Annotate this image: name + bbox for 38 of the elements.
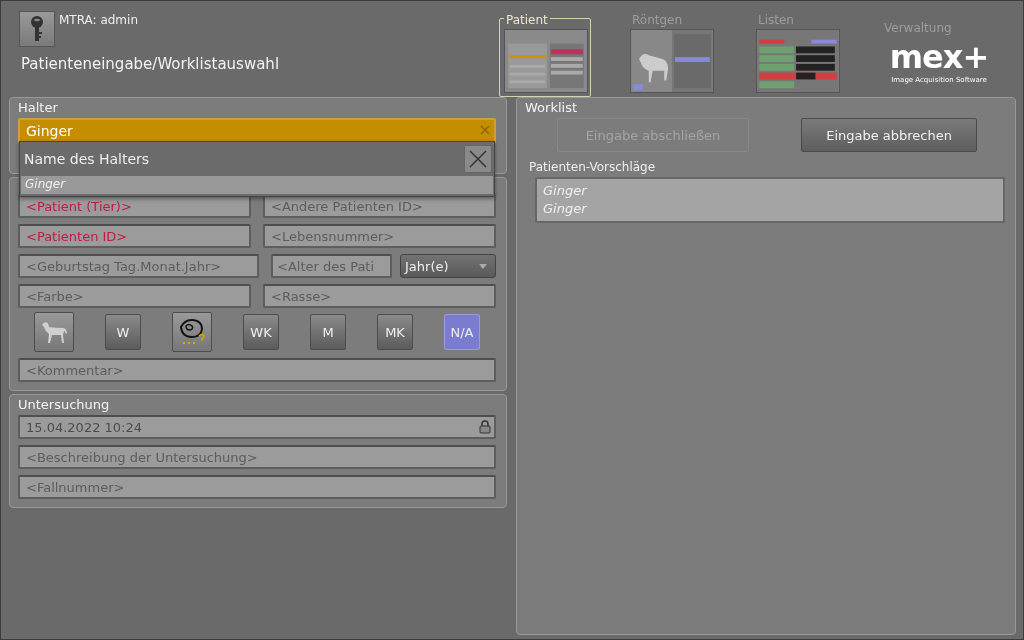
sex-button[interactable]: N/A xyxy=(444,314,480,350)
sex-button[interactable]: MK xyxy=(377,314,413,350)
dropdown-caret-icon xyxy=(479,263,487,269)
screen-title: Patienteneingabe/Worklistauswahl xyxy=(20,55,281,73)
unit-dropdown[interactable]: Jahr(e) xyxy=(400,254,496,278)
species-button[interactable] xyxy=(34,312,74,352)
list-item[interactable]: Ginger xyxy=(543,200,997,218)
popup-title: Name des Halters xyxy=(24,151,150,167)
text-field[interactable]: <Fallnummer> xyxy=(18,475,496,499)
logo-wordmark: mex+ xyxy=(889,38,989,75)
key-icon xyxy=(28,15,46,43)
dog-icon xyxy=(39,319,69,345)
suggestion-item[interactable]: Ginger xyxy=(21,176,493,194)
close-icon xyxy=(469,150,487,168)
text-field[interactable]: <Patienten ID> xyxy=(18,224,251,248)
sex-button[interactable]: WK xyxy=(243,314,279,350)
list-title: Patienten-Vorschläge xyxy=(529,160,657,174)
text-field[interactable]: <Alter des Pati xyxy=(271,254,392,278)
panel-title: Untersuchung xyxy=(18,397,111,413)
sex-button[interactable]: W xyxy=(105,314,141,350)
user-label: MTRA: admin xyxy=(59,13,138,27)
action-button[interactable]: Eingabe abbrechen xyxy=(801,118,977,152)
panel-title: Worklist xyxy=(525,100,578,116)
key-button[interactable] xyxy=(19,11,55,47)
close-button[interactable] xyxy=(464,145,492,173)
panel-title: Halter xyxy=(18,100,59,116)
text-field[interactable]: <Geburtstag Tag.Monat.Jahr> xyxy=(18,254,259,278)
unknown-sex-button[interactable] xyxy=(172,312,212,352)
nav-tab[interactable]: Patient xyxy=(499,11,591,97)
date-field[interactable]: 15.04.2022 10:24 xyxy=(18,415,496,439)
text-field[interactable]: <Farbe> xyxy=(18,284,251,308)
text-field[interactable]: <Beschreibung der Untersuchung> xyxy=(18,445,496,469)
text-field[interactable]: <Rasse> xyxy=(263,284,496,308)
text-field[interactable]: <Lebensnummer> xyxy=(263,224,496,248)
comment-field[interactable]: <Kommentar> xyxy=(18,358,496,382)
list-item[interactable]: Ginger xyxy=(543,182,997,200)
sex-button[interactable]: M xyxy=(310,314,346,350)
owner-name-field[interactable]: Ginger xyxy=(18,118,496,143)
